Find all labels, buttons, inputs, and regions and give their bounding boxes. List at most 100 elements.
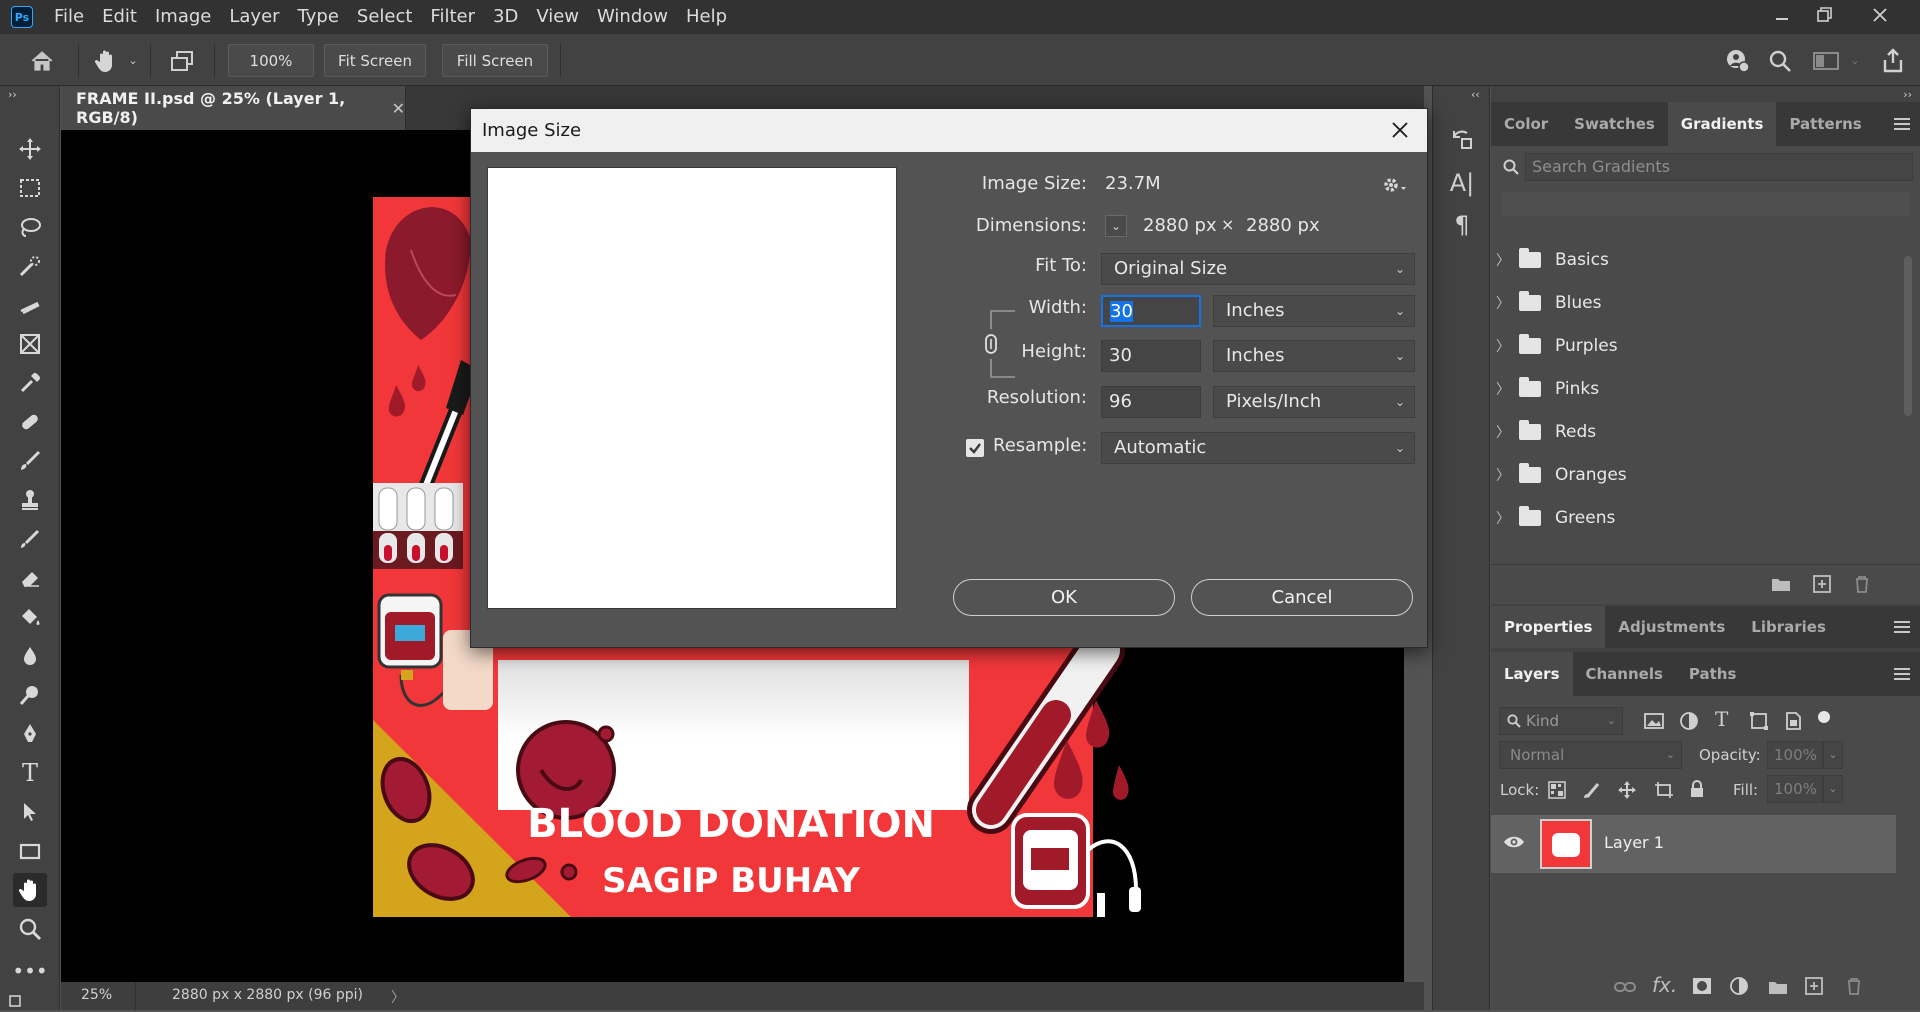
more-tools-icon[interactable]: ••• bbox=[12, 954, 47, 988]
new-group-icon[interactable] bbox=[1767, 978, 1789, 996]
lasso-tool-icon[interactable] bbox=[13, 210, 47, 244]
layer-kind-filter[interactable]: Kind ⌄ bbox=[1499, 707, 1623, 735]
new-adjustment-layer-icon[interactable] bbox=[1729, 976, 1751, 996]
tab-channels[interactable]: Channels bbox=[1573, 652, 1676, 696]
filter-shape-layer-icon[interactable] bbox=[1749, 711, 1769, 731]
tab-layers[interactable]: Layers bbox=[1491, 652, 1573, 696]
gradient-folder-reds[interactable]: 〉 Reds bbox=[1491, 410, 1896, 453]
width-unit-select[interactable]: Inches ⌄ bbox=[1213, 295, 1415, 327]
learn-button[interactable] bbox=[1722, 46, 1754, 76]
gradient-folder-basics[interactable]: 〉 Basics bbox=[1491, 238, 1896, 281]
paragraph-panel-icon[interactable]: ¶ bbox=[1447, 210, 1477, 240]
hand-tool-preset[interactable] bbox=[88, 44, 124, 77]
menu-type[interactable]: Type bbox=[289, 0, 348, 34]
menu-image[interactable]: Image bbox=[146, 0, 220, 34]
history-panel-icon[interactable] bbox=[1447, 124, 1477, 154]
minimize-button[interactable] bbox=[1762, 0, 1802, 30]
search-gradients-input[interactable]: Search Gradients bbox=[1525, 153, 1913, 181]
menu-3d[interactable]: 3D bbox=[484, 0, 527, 34]
arrange-windows-button[interactable] bbox=[164, 44, 200, 77]
eyedropper-tool-icon[interactable] bbox=[13, 366, 47, 400]
dialog-close-button[interactable] bbox=[1387, 117, 1413, 143]
gradient-folder-oranges[interactable]: 〉 Oranges bbox=[1491, 453, 1896, 496]
clone-stamp-tool-icon[interactable] bbox=[13, 483, 47, 517]
layer-row[interactable]: Layer 1 bbox=[1491, 815, 1896, 873]
menu-edit[interactable]: Edit bbox=[93, 0, 146, 34]
resolution-unit-select[interactable]: Pixels/Inch ⌄ bbox=[1213, 386, 1415, 418]
menu-window[interactable]: Window bbox=[588, 0, 677, 34]
panel-menu-icon[interactable] bbox=[1894, 621, 1910, 633]
image-preview[interactable] bbox=[487, 167, 897, 609]
tab-paths[interactable]: Paths bbox=[1676, 652, 1750, 696]
blur-tool-icon[interactable] bbox=[13, 639, 47, 673]
tab-adjustments[interactable]: Adjustments bbox=[1605, 606, 1738, 648]
fill-screen-button[interactable]: Fill Screen bbox=[442, 44, 548, 77]
link-layers-icon[interactable] bbox=[1614, 979, 1636, 995]
collapse-panels-icon[interactable]: ‹‹ bbox=[1471, 88, 1480, 101]
tab-gradients[interactable]: Gradients bbox=[1667, 102, 1777, 146]
brush-tool-icon[interactable] bbox=[13, 444, 47, 478]
resample-checkbox[interactable] bbox=[966, 439, 984, 457]
chevron-down-icon[interactable]: ⌄ bbox=[126, 48, 140, 72]
type-tool-icon[interactable]: T bbox=[13, 756, 47, 790]
new-layer-icon[interactable] bbox=[1804, 976, 1824, 996]
paint-bucket-tool-icon[interactable] bbox=[13, 600, 47, 634]
lock-transparent-pixels-icon[interactable] bbox=[1548, 781, 1566, 799]
hand-tool-icon[interactable] bbox=[13, 873, 47, 907]
blend-mode-select[interactable]: Normal ⌄ bbox=[1499, 741, 1682, 769]
opacity-input[interactable]: 100% bbox=[1767, 741, 1823, 769]
resample-select[interactable]: Automatic ⌄ bbox=[1101, 432, 1415, 464]
frame-tool-icon[interactable] bbox=[13, 327, 47, 361]
home-button[interactable] bbox=[24, 46, 60, 76]
lock-artboard-icon[interactable] bbox=[1654, 781, 1674, 799]
rectangle-tool-icon[interactable] bbox=[13, 834, 47, 868]
new-gradient-icon[interactable] bbox=[1812, 574, 1832, 594]
history-brush-tool-icon[interactable] bbox=[13, 522, 47, 556]
filter-pixel-layer-icon[interactable] bbox=[1644, 712, 1664, 730]
path-selection-tool-icon[interactable] bbox=[13, 795, 47, 829]
move-tool-icon[interactable] bbox=[13, 132, 47, 166]
filter-smart-object-icon[interactable] bbox=[1784, 711, 1802, 731]
gear-icon[interactable] bbox=[1382, 175, 1408, 195]
share-button[interactable] bbox=[1876, 46, 1910, 76]
tab-libraries[interactable]: Libraries bbox=[1738, 606, 1839, 648]
gradient-folder-greens[interactable]: 〉 Greens bbox=[1491, 496, 1896, 539]
add-mask-icon[interactable] bbox=[1692, 977, 1712, 995]
crop-tool-icon[interactable] bbox=[13, 288, 47, 322]
trash-icon[interactable] bbox=[1844, 976, 1864, 996]
close-tab-icon[interactable]: ✕ bbox=[392, 99, 405, 118]
swap-colors-icon[interactable] bbox=[6, 992, 28, 1008]
lock-image-pixels-icon[interactable] bbox=[1583, 781, 1601, 799]
layer-name[interactable]: Layer 1 bbox=[1604, 833, 1664, 852]
menu-filter[interactable]: Filter bbox=[421, 0, 484, 34]
restore-button[interactable] bbox=[1805, 0, 1845, 30]
opacity-dropdown-icon[interactable]: ⌄ bbox=[1823, 741, 1843, 769]
resolution-input[interactable]: 96 bbox=[1101, 386, 1201, 418]
dodge-tool-icon[interactable] bbox=[13, 678, 47, 712]
menu-view[interactable]: View bbox=[527, 0, 588, 34]
eye-icon[interactable] bbox=[1503, 834, 1525, 850]
close-window-button[interactable] bbox=[1860, 0, 1900, 30]
fx-icon[interactable]: fx. bbox=[1652, 973, 1677, 997]
fill-dropdown-icon[interactable]: ⌄ bbox=[1823, 775, 1843, 803]
marquee-tool-icon[interactable] bbox=[13, 171, 47, 205]
gradient-folder-blues[interactable]: 〉 Blues bbox=[1491, 281, 1896, 324]
status-zoom[interactable]: 25% bbox=[81, 987, 112, 1003]
gradient-folder-pinks[interactable]: 〉 Pinks bbox=[1491, 367, 1896, 410]
panel-menu-icon[interactable] bbox=[1894, 118, 1910, 130]
search-button[interactable] bbox=[1764, 46, 1796, 76]
fit-screen-button[interactable]: Fit Screen bbox=[324, 44, 426, 77]
new-group-icon[interactable] bbox=[1770, 575, 1792, 593]
zoom-100-button[interactable]: 100% bbox=[228, 44, 314, 77]
panel-menu-icon[interactable] bbox=[1894, 668, 1910, 680]
chevron-right-icon[interactable]: 〉 bbox=[391, 987, 405, 1007]
tab-properties[interactable]: Properties bbox=[1491, 606, 1606, 648]
pen-tool-icon[interactable] bbox=[13, 717, 47, 751]
workspace-button[interactable] bbox=[1808, 46, 1844, 76]
tab-patterns[interactable]: Patterns bbox=[1776, 102, 1874, 146]
gradients-scrollbar[interactable] bbox=[1901, 226, 1915, 526]
menu-help[interactable]: Help bbox=[677, 0, 736, 34]
menu-file[interactable]: File bbox=[45, 0, 93, 34]
tab-color[interactable]: Color bbox=[1491, 102, 1561, 146]
height-unit-select[interactable]: Inches ⌄ bbox=[1213, 340, 1415, 372]
